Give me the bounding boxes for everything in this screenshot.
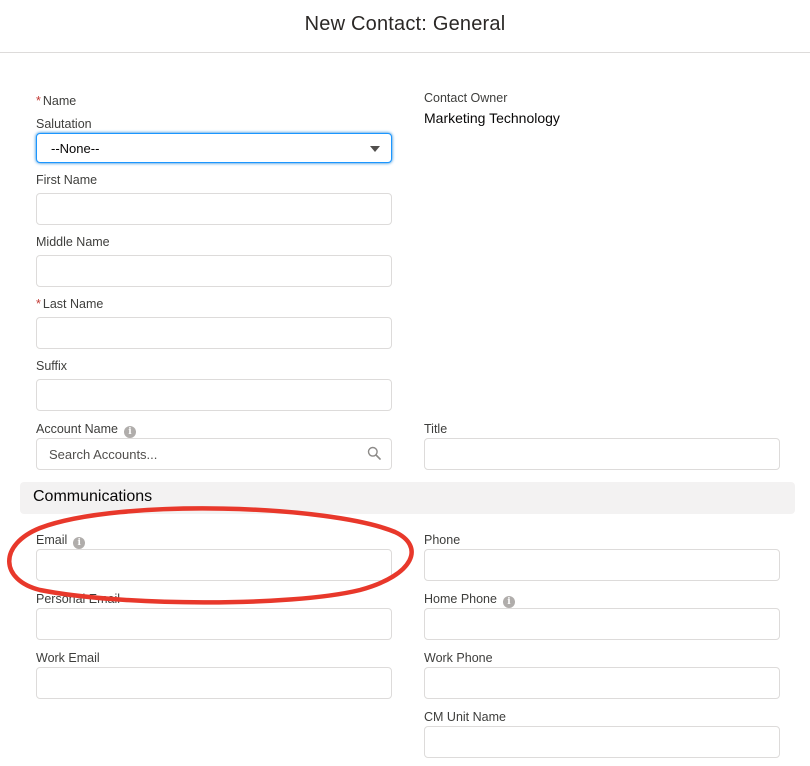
account-lookup	[36, 438, 392, 470]
middle-name-label: Middle Name	[36, 235, 110, 249]
salutation-select[interactable]: --None--	[36, 133, 392, 163]
search-icon	[367, 446, 381, 460]
communications-section-header[interactable]: Communications	[20, 482, 795, 514]
email-label: Email i	[36, 533, 86, 549]
modal-header: New Contact: General	[0, 0, 810, 53]
last-name-label: * Last Name	[36, 297, 104, 311]
cm-unit-name-label: CM Unit Name	[424, 710, 506, 724]
first-name-input[interactable]	[36, 193, 392, 225]
first-name-label: First Name	[36, 173, 98, 187]
email-input[interactable]	[36, 549, 392, 581]
info-icon[interactable]: i	[502, 596, 515, 608]
work-phone-input[interactable]	[424, 667, 780, 699]
info-icon[interactable]: i	[73, 537, 86, 549]
page-title: New Contact: General	[304, 13, 506, 35]
name-label: * Name	[36, 94, 77, 108]
salutation-label: Salutation	[36, 117, 92, 131]
cm-unit-name-input[interactable]	[424, 726, 780, 758]
contact-owner-label: Contact Owner	[424, 91, 508, 105]
contact-owner-value: Marketing Technology	[424, 110, 560, 126]
title-input[interactable]	[424, 438, 780, 470]
personal-email-label: Personal Email	[36, 592, 121, 606]
title-label: Title	[424, 422, 448, 436]
info-icon[interactable]: i	[123, 426, 136, 438]
phone-input[interactable]	[424, 549, 780, 581]
section-title: Communications	[33, 488, 153, 505]
work-email-input[interactable]	[36, 667, 392, 699]
account-search-input[interactable]	[36, 438, 392, 470]
account-name-label: Account Name i	[36, 422, 136, 438]
last-name-input[interactable]	[36, 317, 392, 349]
suffix-input[interactable]	[36, 379, 392, 411]
work-email-label: Work Email	[36, 651, 100, 665]
home-phone-input[interactable]	[424, 608, 780, 640]
middle-name-input[interactable]	[36, 255, 392, 287]
home-phone-label: Home Phone i	[424, 592, 515, 608]
suffix-label: Suffix	[36, 359, 68, 373]
chevron-down-icon	[370, 146, 380, 152]
required-marker: *	[36, 94, 41, 108]
work-phone-label: Work Phone	[424, 651, 493, 665]
phone-label: Phone	[424, 533, 461, 547]
personal-email-input[interactable]	[36, 608, 392, 640]
required-marker: *	[36, 297, 41, 311]
salutation-value: --None--	[51, 141, 100, 156]
